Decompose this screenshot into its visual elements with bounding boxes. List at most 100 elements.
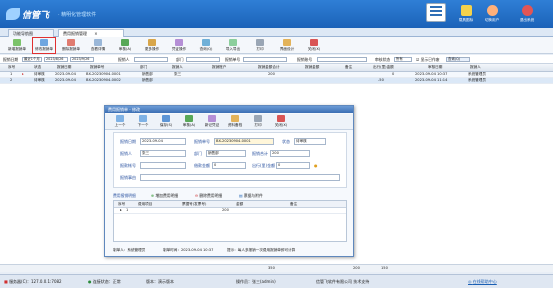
reporter-filter-label: 报销人 [118, 57, 130, 62]
audit-button[interactable]: 审核(A) [114, 38, 136, 53]
dialog-audit-button[interactable]: 审核(A) [178, 114, 200, 129]
detail-tabs: 费用报销明细 ⊕ 增加费用明细 ⊖ 删除费用明细 ▤ 票据与附件 [113, 192, 347, 200]
close-button[interactable]: 关闭(X) [303, 38, 325, 53]
dialog-title: 费用报销单 - 修改 [105, 106, 353, 113]
import-export-button[interactable]: 导入导出 [222, 38, 244, 53]
reporter-filter-input[interactable] [134, 57, 168, 62]
sum-amount: 200 [353, 266, 360, 270]
col-header: 状态 [34, 65, 42, 69]
col-header: 报销金额 [305, 65, 320, 69]
col-header: 费用项目 [138, 202, 153, 206]
creator-text: 制单人：系统管理员 [113, 248, 146, 252]
account-input[interactable] [140, 162, 186, 169]
detail-grid: 序号 费用项目 票据号(发票号) 金额 备注 ▸ 1 200 [113, 200, 347, 242]
audit-filter-label: 审核状态 [375, 57, 391, 62]
col-header: 报销人 [470, 65, 481, 69]
bill-no-label: 报销单号 [194, 139, 210, 144]
audit-icon [121, 39, 129, 46]
delete-bill-button[interactable]: 删除报销单 [60, 38, 82, 53]
close-tab-icon[interactable]: × [94, 31, 97, 36]
expense-edit-dialog: 费用报销单 - 修改 上一个 下一个 保存(S) 审核(A) 新记凭证 资料备档… [104, 105, 354, 257]
table-row[interactable]: 2 待审核 2023-09-04 BX-20230904-0002 销售部 -5… [0, 78, 553, 84]
prev-button[interactable]: 上一个 [109, 114, 131, 129]
app-logo-subtitle: · 精明化管理软件 [58, 12, 97, 18]
server-status: ■ 服务器(C)：127.0.0.1:7082 [4, 279, 62, 284]
layout-design-button[interactable]: 界面设计 [276, 38, 298, 53]
next-button[interactable]: 下一个 [132, 114, 154, 129]
new-voucher-button[interactable]: 新记凭证 [201, 114, 223, 129]
created-time-text: 制单时间：2023-09-04 10:37 [163, 248, 214, 252]
lock-icon [460, 5, 472, 16]
reason-input[interactable] [140, 174, 340, 181]
delete-detail-button[interactable]: ⊖ 删除费用明细 [195, 192, 222, 200]
total-input[interactable]: 200 [270, 150, 310, 157]
add-icon [13, 39, 21, 46]
col-header: 金额 [236, 202, 244, 206]
voucher-button[interactable]: 凭证操作 [168, 38, 190, 53]
row-pointer-icon: ▸ [120, 208, 122, 212]
dialog-close-button[interactable]: 关闭(X) [270, 114, 292, 129]
table-row[interactable]: ▸ 1 200 [114, 208, 346, 214]
col-header: 报销日期 [57, 65, 72, 69]
reporter-label: 报销人 [120, 151, 132, 156]
edit-bill-button[interactable]: 修改报销单 [32, 37, 56, 54]
date-mode-select[interactable]: 最近1个月 [22, 57, 42, 62]
date-to-input[interactable]: 2023/9/26 [70, 57, 94, 62]
dept-filter-input[interactable] [186, 57, 220, 62]
query-button[interactable]: 查询(Q) [195, 38, 217, 53]
bill-filter-label: 报销单号 [225, 57, 241, 62]
archive-button[interactable]: 资料备档 [224, 114, 246, 129]
status-select[interactable]: 待审核 [294, 138, 326, 145]
calendar-icon[interactable] [426, 3, 446, 22]
col-header: 序号 [118, 202, 126, 206]
account-label: 报款帐号 [120, 163, 136, 168]
dept-filter-label: 部门 [176, 57, 184, 62]
tab-detail-items[interactable]: 费用报销明细 [113, 192, 136, 200]
print-icon [256, 39, 264, 46]
import-icon [229, 39, 237, 46]
grid-header: 序号 状态 报销日期 报销单号 部门 报销人 报销账户 报销金额合计 报销金额 … [0, 64, 553, 72]
col-header: 票据号(发票号) [182, 202, 207, 206]
bill-no-input[interactable]: BX-20230904-0001 [214, 138, 274, 145]
show-closed-checkbox[interactable]: ☑ 显示已作废 [416, 56, 440, 63]
bill-filter-input[interactable] [243, 57, 287, 62]
delete-icon [67, 39, 75, 46]
exit-system-button[interactable]: 退出系统 [507, 4, 547, 26]
attachment-button[interactable]: ▤ 票据与附件 [239, 192, 263, 200]
grid-summary: 350 200 150 [0, 264, 553, 272]
date-filter-label: 报销日期 [3, 57, 19, 62]
date-input[interactable]: 2023-09-04 [140, 138, 186, 145]
add-bill-button[interactable]: 新增报销单 [6, 38, 28, 53]
dept-input[interactable]: 销售部 [206, 150, 246, 157]
view-detail-button[interactable]: 查看详情 [87, 38, 109, 53]
tab-navigation[interactable]: 功能导航图 [8, 29, 54, 37]
print-button[interactable]: 打印 [249, 38, 271, 53]
more-actions-button[interactable]: 更多操作 [141, 38, 163, 53]
exit-icon [521, 5, 533, 16]
tab-expense[interactable]: 费用报销管理 × [58, 29, 124, 37]
bulb-icon: ● [314, 163, 318, 168]
dialog-print-button[interactable]: 打印 [247, 114, 269, 129]
query-filter-button[interactable]: 查询(Q) [446, 57, 470, 62]
save-button[interactable]: 保存(S) [155, 114, 177, 129]
mileage-input[interactable]: 0 [276, 162, 310, 169]
reporter-input[interactable]: 张三 [140, 150, 186, 157]
main-toolbar: 新增报销单 修改报销单 删除报销单 查看详情 审核(A) 更多操作 凭证操作 查… [0, 37, 553, 54]
mileage-label: 出行(里)金额 [252, 163, 276, 168]
archive-icon [231, 115, 239, 122]
amount-input[interactable]: 0 [212, 162, 246, 169]
add-detail-button[interactable]: ⊕ 增加费用明细 [151, 192, 178, 200]
search-icon [202, 39, 210, 46]
date-from-input[interactable]: 2023/8/26 [44, 57, 68, 62]
detail-grid-header: 序号 费用项目 票据号(发票号) 金额 备注 [114, 201, 346, 208]
audit-filter-select[interactable]: 所有 [394, 57, 412, 62]
switch-user-button[interactable]: 切换用户 [481, 4, 503, 26]
status-label: 状态 [282, 139, 290, 144]
amount-label: 借款金额 [194, 163, 210, 168]
user-icon [486, 5, 498, 16]
operator-status: 操作员：张三(admin) [236, 279, 276, 284]
help-link[interactable]: ◎ 在线帮助中心 [468, 278, 497, 285]
lock-button[interactable]: 载具图标 [455, 4, 477, 26]
account-filter-input[interactable] [317, 57, 367, 62]
main-tabs: 功能导航图 费用报销管理 × [0, 28, 553, 37]
